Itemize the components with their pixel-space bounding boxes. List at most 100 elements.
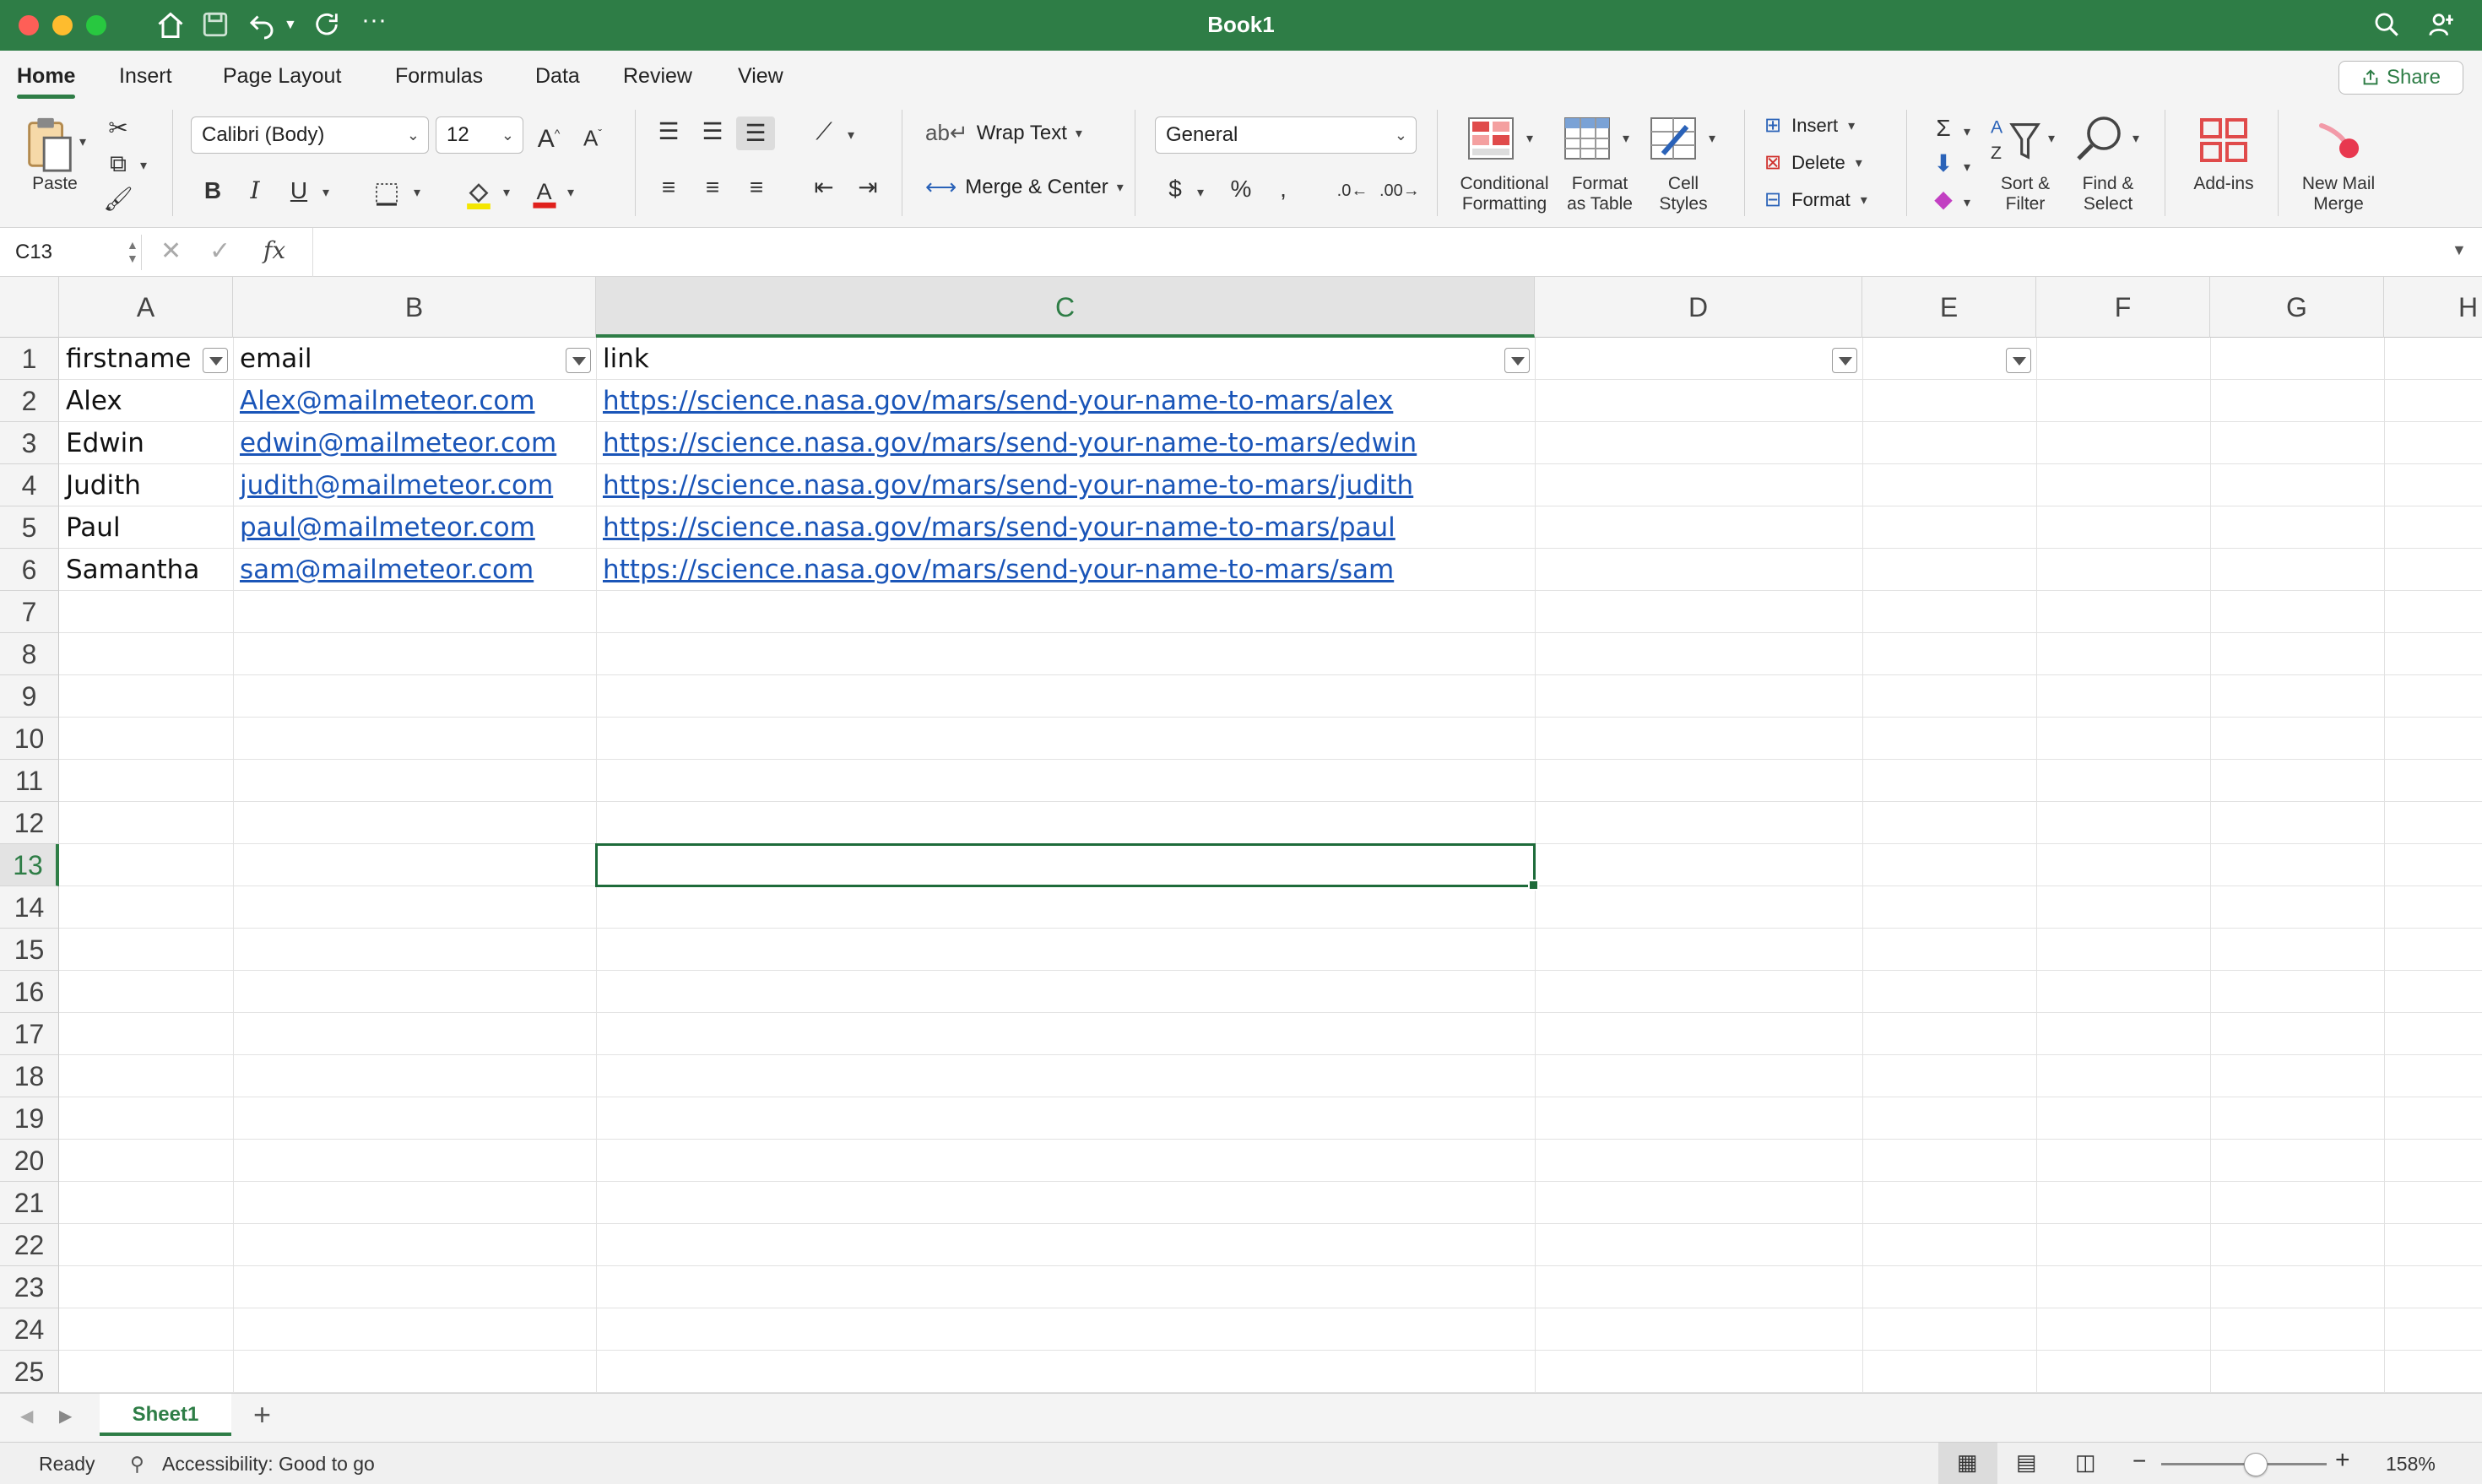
mail-merge-icon[interactable] xyxy=(2318,122,2360,166)
font-size-select[interactable]: 12 ⌄ xyxy=(436,116,523,154)
row-header-3[interactable]: 3 xyxy=(0,422,59,464)
name-box-stepper-icon[interactable]: ▲ ▼ xyxy=(127,238,138,265)
cell-c6-link[interactable]: https://science.nasa.gov/mars/send-your-… xyxy=(596,549,1535,591)
zoom-slider-thumb[interactable] xyxy=(2244,1453,2268,1476)
tab-insert[interactable]: Insert xyxy=(119,64,172,89)
tab-formulas[interactable]: Formulas xyxy=(395,64,483,89)
copy-icon[interactable]: ⧉ xyxy=(101,147,135,181)
tab-home[interactable]: Home xyxy=(17,64,76,99)
format-painter-icon[interactable]: 🖌 xyxy=(101,182,135,216)
borders-dropdown-icon[interactable]: ▾ xyxy=(414,184,420,201)
formula-input[interactable] xyxy=(312,228,2431,277)
cell-c3-link[interactable]: https://science.nasa.gov/mars/send-your-… xyxy=(596,422,1535,464)
accounting-dropdown-icon[interactable]: ▾ xyxy=(1197,184,1204,201)
page-break-view-icon[interactable]: ◫ xyxy=(2075,1449,2096,1476)
row-header-10[interactable]: 10 xyxy=(0,718,59,760)
font-color-icon[interactable]: A xyxy=(530,177,559,214)
format-as-table-icon[interactable] xyxy=(1563,116,1611,165)
column-header-d[interactable]: D xyxy=(1535,277,1862,338)
fill-color-dropdown-icon[interactable]: ▾ xyxy=(503,184,510,201)
column-header-h[interactable]: H xyxy=(2384,277,2482,338)
row-header-16[interactable]: 16 xyxy=(0,971,59,1013)
row-header-11[interactable]: 11 xyxy=(0,760,59,802)
fill-icon[interactable]: ⬇ xyxy=(1927,147,1960,181)
cut-icon[interactable]: ✂ xyxy=(101,111,135,145)
cell-c5-link[interactable]: https://science.nasa.gov/mars/send-your-… xyxy=(596,506,1535,549)
row-header-21[interactable]: 21 xyxy=(0,1182,59,1224)
tab-data[interactable]: Data xyxy=(535,64,580,89)
cell-styles-icon[interactable] xyxy=(1650,116,1697,165)
align-top-icon[interactable]: ☰ xyxy=(652,115,686,149)
tab-view[interactable]: View xyxy=(738,64,783,89)
orientation-icon[interactable]: ⟋ xyxy=(807,115,841,149)
cell-styles-dropdown-icon[interactable]: ▾ xyxy=(1709,130,1715,147)
add-sheet-button[interactable]: + xyxy=(253,1397,271,1433)
row-header-7[interactable]: 7 xyxy=(0,591,59,633)
cell-a2[interactable]: Alex xyxy=(59,380,233,422)
accessibility-status[interactable]: Accessibility: Good to go xyxy=(162,1453,375,1476)
autosum-dropdown-icon[interactable]: ▾ xyxy=(1964,123,1970,140)
cell-c1[interactable]: link xyxy=(596,338,1535,380)
zoom-in-button[interactable]: + xyxy=(2335,1446,2350,1475)
zoom-level[interactable]: 158% xyxy=(2386,1453,2436,1476)
row-header-12[interactable]: 12 xyxy=(0,802,59,844)
underline-dropdown-icon[interactable]: ▾ xyxy=(322,184,329,201)
share-button[interactable]: Share xyxy=(2338,61,2463,95)
copy-dropdown-icon[interactable]: ▾ xyxy=(140,157,147,174)
percent-style-icon[interactable]: % xyxy=(1222,172,1260,206)
comma-style-icon[interactable]: , xyxy=(1266,172,1300,206)
cell-c4-link[interactable]: https://science.nasa.gov/mars/send-your-… xyxy=(596,464,1535,506)
name-box[interactable]: C13 xyxy=(7,235,142,270)
accounting-format-icon[interactable]: $ xyxy=(1158,172,1192,206)
row-header-17[interactable]: 17 xyxy=(0,1013,59,1055)
column-header-f[interactable]: F xyxy=(2036,277,2210,338)
clear-dropdown-icon[interactable]: ▾ xyxy=(1964,194,1970,211)
cell-c2-link[interactable]: https://science.nasa.gov/mars/send-your-… xyxy=(596,380,1535,422)
row-header-13[interactable]: 13 xyxy=(0,844,59,886)
filter-dropdown-d[interactable] xyxy=(1832,348,1857,373)
row-header-5[interactable]: 5 xyxy=(0,506,59,549)
sheet-tab-sheet1[interactable]: Sheet1 xyxy=(100,1394,231,1436)
normal-view-icon[interactable]: ▦ xyxy=(1957,1449,1978,1476)
spreadsheet-grid[interactable]: A B C D E F G H 1 2 3 4 5 6 7 8 9 10 11 12 13 14 15 16 1… xyxy=(0,277,2482,1393)
row-header-1[interactable]: 1 xyxy=(0,338,59,380)
page-layout-view-icon[interactable]: ▤ xyxy=(2016,1449,2037,1476)
font-name-select[interactable]: Calibri (Body) ⌄ xyxy=(191,116,429,154)
conditional-formatting-icon[interactable] xyxy=(1467,116,1515,165)
align-right-icon[interactable]: ≡ xyxy=(740,171,773,204)
find-select-icon[interactable] xyxy=(2073,113,2124,168)
zoom-out-button[interactable]: − xyxy=(2132,1448,2146,1475)
align-bottom-icon[interactable]: ☰ xyxy=(736,116,775,150)
decrease-font-size-icon[interactable]: Aˇ xyxy=(574,116,611,155)
filter-dropdown-b[interactable] xyxy=(566,348,591,373)
bold-button[interactable]: B xyxy=(196,174,230,208)
sort-filter-icon[interactable]: AZ xyxy=(1989,115,2041,168)
find-select-dropdown-icon[interactable]: ▾ xyxy=(2132,130,2139,147)
tab-review[interactable]: Review xyxy=(623,64,692,89)
row-header-18[interactable]: 18 xyxy=(0,1055,59,1097)
cell-b3-link[interactable]: edwin@mailmeteor.com xyxy=(233,422,596,464)
clear-icon[interactable]: ◆ xyxy=(1927,182,1960,216)
accessibility-icon[interactable]: ⚲ xyxy=(130,1453,144,1476)
scroll-sheets-left-icon[interactable]: ◀ xyxy=(20,1405,33,1427)
cell-b2-link[interactable]: Alex@mailmeteor.com xyxy=(233,380,596,422)
cell-a5[interactable]: Paul xyxy=(59,506,233,549)
selected-cell-c13[interactable] xyxy=(595,843,1539,891)
row-header-25[interactable]: 25 xyxy=(0,1351,59,1393)
insert-function-button[interactable]: fx xyxy=(263,236,285,264)
scroll-sheets-right-icon[interactable]: ▶ xyxy=(59,1405,72,1427)
fill-dropdown-icon[interactable]: ▾ xyxy=(1964,159,1970,176)
cell-b5-link[interactable]: paul@mailmeteor.com xyxy=(233,506,596,549)
row-header-23[interactable]: 23 xyxy=(0,1266,59,1308)
column-header-e[interactable]: E xyxy=(1862,277,2036,338)
cell-a4[interactable]: Judith xyxy=(59,464,233,506)
row-header-14[interactable]: 14 xyxy=(0,886,59,929)
cell-b4-link[interactable]: judith@mailmeteor.com xyxy=(233,464,596,506)
align-middle-icon[interactable]: ☰ xyxy=(696,115,729,149)
enter-formula-icon[interactable]: ✓ xyxy=(209,236,230,266)
merge-center-button[interactable]: ⟷ Merge & Center ▾ xyxy=(925,174,1124,200)
account-icon[interactable] xyxy=(2428,10,2457,41)
orientation-dropdown-icon[interactable]: ▾ xyxy=(848,127,854,144)
delete-cells-button[interactable]: ⊠ Delete ▾ xyxy=(1764,150,1862,175)
column-header-c[interactable]: C xyxy=(596,277,1535,338)
